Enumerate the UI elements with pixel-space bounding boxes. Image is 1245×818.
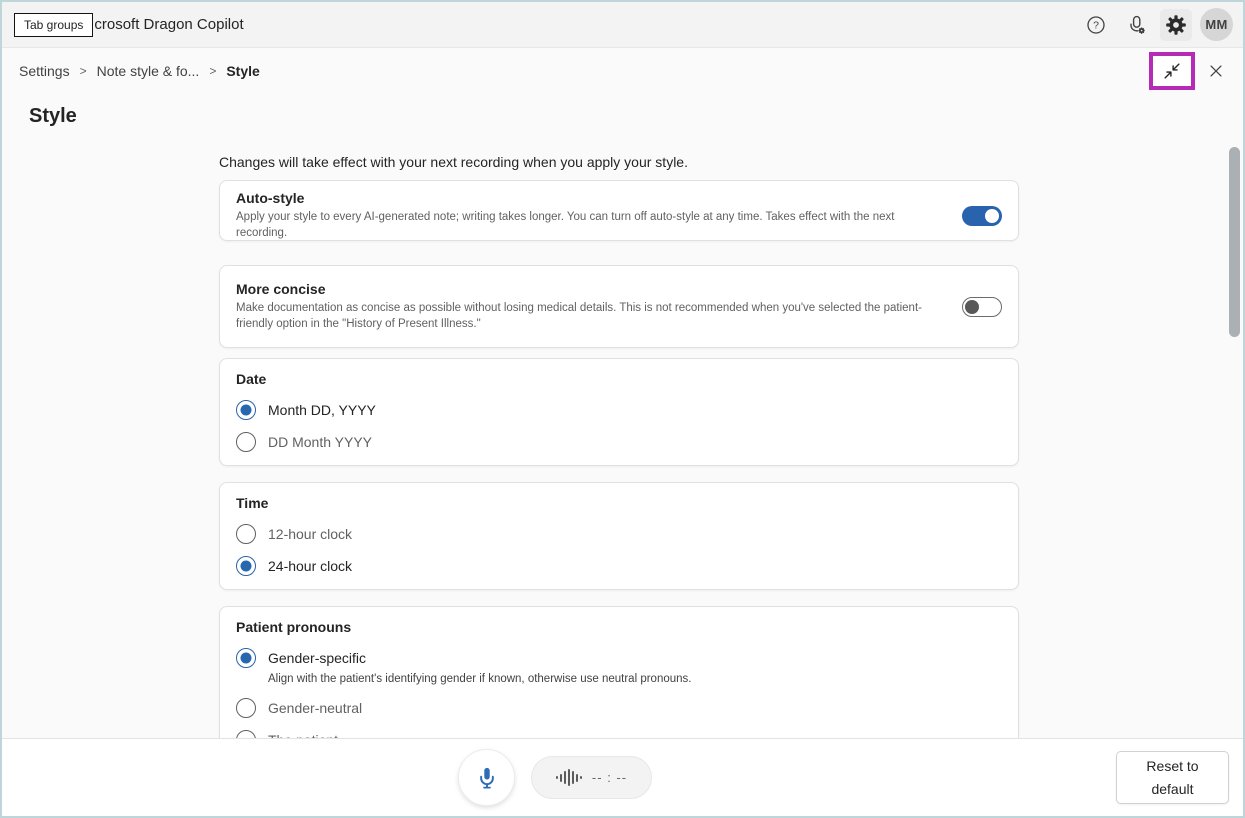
radio-label: DD Month YYYY <box>268 434 372 450</box>
patient-pronouns-card: Patient pronouns Gender-specific Align w… <box>219 606 1019 756</box>
user-avatar[interactable]: MM <box>1200 8 1233 41</box>
gear-icon <box>1164 13 1188 37</box>
avatar-initials: MM <box>1205 17 1227 32</box>
date-option-month-dd-yyyy[interactable]: Month DD, YYYY <box>236 398 1002 422</box>
vertical-scrollbar-thumb[interactable] <box>1229 147 1240 337</box>
radio-label: 12-hour clock <box>268 526 352 542</box>
radio-label: Gender-specific <box>268 650 366 666</box>
more-concise-text: More concise Make documentation as conci… <box>236 281 962 332</box>
mic-settings-icon <box>1124 13 1148 37</box>
breadcrumb-note-style[interactable]: Note style & fo... <box>97 63 200 79</box>
radio-icon <box>236 432 256 452</box>
breadcrumb-style: Style <box>226 63 259 79</box>
patient-pronouns-title: Patient pronouns <box>236 619 1002 636</box>
more-concise-title: More concise <box>236 281 936 298</box>
help-button[interactable]: ? <box>1080 9 1112 41</box>
pronouns-option-gender-neutral[interactable]: Gender-neutral <box>236 696 1002 720</box>
tab-groups-label: Tab groups <box>24 18 83 32</box>
recording-timer-pill[interactable]: -- : -- <box>531 756 652 799</box>
start-recording-button[interactable] <box>458 749 515 806</box>
toggle-knob <box>965 300 979 314</box>
mic-settings-button[interactable] <box>1120 9 1152 41</box>
date-card: Date Month DD, YYYY DD Month YYYY <box>219 358 1019 466</box>
help-circle-icon: ? <box>1085 14 1107 36</box>
collapse-icon <box>1161 60 1183 82</box>
radio-label: Gender-neutral <box>268 700 362 716</box>
radio-label: Month DD, YYYY <box>268 402 376 418</box>
radio-icon <box>236 524 256 544</box>
more-concise-card: More concise Make documentation as conci… <box>219 265 1019 348</box>
collapse-panel-button[interactable] <box>1149 52 1195 90</box>
radio-icon <box>236 400 256 420</box>
top-bar: Tab groups crosoft Dragon Copilot ? <box>2 2 1243 48</box>
time-option-24-hour[interactable]: 24-hour clock <box>236 554 1002 578</box>
timer-value: -- : -- <box>592 770 627 785</box>
auto-style-card: Auto-style Apply your style to every AI-… <box>219 180 1019 241</box>
radio-label: 24-hour clock <box>268 558 352 574</box>
settings-button[interactable] <box>1160 9 1192 41</box>
radio-icon <box>236 698 256 718</box>
intro-text: Changes will take effect with your next … <box>219 154 688 170</box>
app-window: Tab groups crosoft Dragon Copilot ? <box>0 0 1245 818</box>
auto-style-text: Auto-style Apply your style to every AI-… <box>236 190 962 241</box>
auto-style-title: Auto-style <box>236 190 936 207</box>
chevron-right-icon: > <box>80 64 87 78</box>
top-bar-actions: ? <box>1080 8 1233 41</box>
breadcrumb-settings[interactable]: Settings <box>19 63 70 79</box>
date-title: Date <box>236 371 1002 388</box>
auto-style-description: Apply your style to every AI-generated n… <box>236 210 936 241</box>
app-title: crosoft Dragon Copilot <box>94 16 243 33</box>
panel-actions <box>1149 52 1231 90</box>
breadcrumb: Settings > Note style & fo... > Style <box>2 49 1243 92</box>
close-icon <box>1207 62 1225 80</box>
waveform-icon <box>556 769 582 786</box>
close-panel-button[interactable] <box>1201 56 1231 86</box>
page-title: Style <box>29 105 77 128</box>
microphone-icon <box>474 765 500 791</box>
radio-icon <box>236 556 256 576</box>
footer-bar: -- : -- Reset to default <box>2 738 1243 816</box>
gender-specific-description: Align with the patient's identifying gen… <box>268 672 1002 687</box>
reset-button-label: Reset to default <box>1135 755 1210 800</box>
more-concise-description: Make documentation as concise as possibl… <box>236 301 936 332</box>
time-option-12-hour[interactable]: 12-hour clock <box>236 522 1002 546</box>
svg-text:?: ? <box>1093 19 1099 31</box>
toggle-knob <box>985 209 999 223</box>
time-title: Time <box>236 495 1002 512</box>
tab-groups-callout[interactable]: Tab groups <box>14 13 93 37</box>
reset-to-default-button[interactable]: Reset to default <box>1116 751 1229 804</box>
radio-icon <box>236 648 256 668</box>
more-concise-toggle[interactable] <box>962 297 1002 317</box>
time-card: Time 12-hour clock 24-hour clock <box>219 482 1019 590</box>
pronouns-option-gender-specific[interactable]: Gender-specific <box>236 646 1002 670</box>
date-option-dd-month-yyyy[interactable]: DD Month YYYY <box>236 430 1002 454</box>
chevron-right-icon: > <box>209 64 216 78</box>
auto-style-toggle[interactable] <box>962 206 1002 226</box>
